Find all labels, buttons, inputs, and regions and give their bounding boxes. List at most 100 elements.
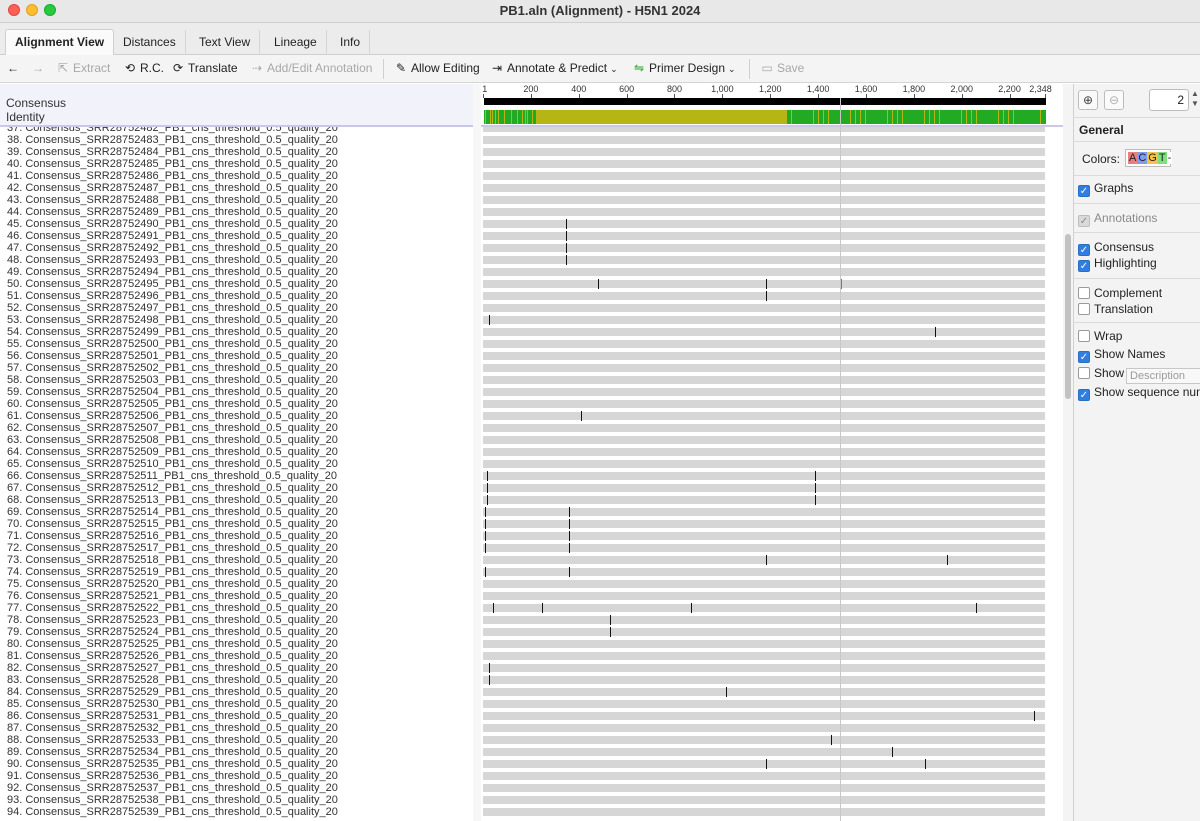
sequence-track[interactable] xyxy=(483,460,1045,468)
option-show[interactable]: Show Description xyxy=(1078,366,1200,384)
sequence-track[interactable] xyxy=(483,615,1045,625)
sequence-name[interactable]: 70. Consensus_SRR28752515_PB1_cns_thresh… xyxy=(7,518,338,530)
checkbox-checked-icon[interactable]: ✓ xyxy=(1078,244,1090,256)
sequence-name[interactable]: 38. Consensus_SRR28752483_PB1_cns_thresh… xyxy=(7,134,338,146)
checkbox-checked-icon[interactable]: ✓ xyxy=(1078,260,1090,272)
sequence-track[interactable] xyxy=(483,700,1045,708)
sequence-track[interactable] xyxy=(483,127,1045,132)
sequence-track[interactable] xyxy=(483,495,1045,505)
zoom-level-input[interactable]: 2 xyxy=(1149,89,1189,111)
sequence-name[interactable]: 83. Consensus_SRR28752528_PB1_cns_thresh… xyxy=(7,674,338,686)
option-show-sequence-num[interactable]: ✓ Show sequence num xyxy=(1078,385,1200,401)
sequence-track[interactable] xyxy=(483,268,1045,276)
sequence-name[interactable]: 80. Consensus_SRR28752525_PB1_cns_thresh… xyxy=(7,638,338,650)
checkbox-unchecked-icon[interactable] xyxy=(1078,287,1090,299)
sequence-track[interactable] xyxy=(483,808,1045,816)
sequence-name[interactable]: 42. Consensus_SRR28752487_PB1_cns_thresh… xyxy=(7,182,338,194)
sequence-track[interactable] xyxy=(483,580,1045,588)
sequence-name[interactable]: 51. Consensus_SRR28752496_PB1_cns_thresh… xyxy=(7,290,338,302)
annotate-predict-button[interactable]: ⇥ Annotate & Predict ⌄ xyxy=(490,61,618,75)
sequence-track[interactable] xyxy=(483,555,1045,565)
sequence-tracks[interactable] xyxy=(481,127,1063,821)
sequence-track[interactable] xyxy=(483,675,1045,685)
sequence-name[interactable]: 37. Consensus_SRR28752482_PB1_cns_thresh… xyxy=(7,127,338,134)
sequence-name[interactable]: 62. Consensus_SRR28752507_PB1_cns_thresh… xyxy=(7,422,338,434)
option-graphs[interactable]: ✓ Graphs xyxy=(1078,181,1133,197)
sequence-name[interactable]: 73. Consensus_SRR28752518_PB1_cns_thresh… xyxy=(7,554,338,566)
sequence-name[interactable]: 41. Consensus_SRR28752486_PB1_cns_thresh… xyxy=(7,170,338,182)
sequence-track[interactable] xyxy=(483,567,1045,577)
sequence-track[interactable] xyxy=(483,471,1045,481)
description-field[interactable]: Description xyxy=(1126,368,1200,384)
sequence-name[interactable]: 61. Consensus_SRR28752506_PB1_cns_thresh… xyxy=(7,410,338,422)
sequence-name[interactable]: 72. Consensus_SRR28752517_PB1_cns_thresh… xyxy=(7,542,338,554)
tab-info[interactable]: Info xyxy=(331,30,371,55)
sequence-track[interactable] xyxy=(483,364,1045,372)
sequence-name[interactable]: 50. Consensus_SRR28752495_PB1_cns_thresh… xyxy=(7,278,338,290)
vertical-scrollbar[interactable] xyxy=(1063,84,1073,821)
sequence-track[interactable] xyxy=(483,796,1045,804)
sequence-track[interactable] xyxy=(483,711,1045,721)
sequence-name[interactable]: 66. Consensus_SRR28752511_PB1_cns_thresh… xyxy=(7,470,337,482)
sequence-track[interactable] xyxy=(483,784,1045,792)
sequence-name[interactable]: 91. Consensus_SRR28752536_PB1_cns_thresh… xyxy=(7,770,338,782)
sequence-name[interactable]: 87. Consensus_SRR28752532_PB1_cns_thresh… xyxy=(7,722,338,734)
sequence-name[interactable]: 44. Consensus_SRR28752489_PB1_cns_thresh… xyxy=(7,206,338,218)
allow-editing-button[interactable]: ✎ Allow Editing xyxy=(394,61,480,75)
tab-text-view[interactable]: Text View xyxy=(190,30,261,55)
sequence-name[interactable]: 46. Consensus_SRR28752491_PB1_cns_thresh… xyxy=(7,230,338,242)
sequence-track[interactable] xyxy=(483,136,1045,144)
sequence-name[interactable]: 75. Consensus_SRR28752520_PB1_cns_thresh… xyxy=(7,578,338,590)
sequence-name[interactable]: 74. Consensus_SRR28752519_PB1_cns_thresh… xyxy=(7,566,338,578)
sequence-track[interactable] xyxy=(483,592,1045,600)
tab-alignment-view[interactable]: Alignment View xyxy=(5,29,115,56)
sequence-track[interactable] xyxy=(483,400,1045,408)
sequence-name[interactable]: 57. Consensus_SRR28752502_PB1_cns_thresh… xyxy=(7,362,338,374)
sequence-name[interactable]: 90. Consensus_SRR28752535_PB1_cns_thresh… xyxy=(7,758,338,770)
option-complement[interactable]: Complement xyxy=(1078,286,1162,300)
reverse-complement-button[interactable]: ⟲ R.C. xyxy=(123,61,164,75)
sequence-track[interactable] xyxy=(483,483,1045,493)
sequence-name[interactable]: 40. Consensus_SRR28752485_PB1_cns_thresh… xyxy=(7,158,338,170)
sequence-track[interactable] xyxy=(483,172,1045,180)
sequence-track[interactable] xyxy=(483,279,1045,289)
sequence-track[interactable] xyxy=(483,772,1045,780)
translate-button[interactable]: ⟳ Translate xyxy=(171,61,238,75)
sequence-name[interactable]: 52. Consensus_SRR28752497_PB1_cns_thresh… xyxy=(7,302,338,314)
tab-distances[interactable]: Distances xyxy=(114,30,186,55)
checkbox-unchecked-icon[interactable] xyxy=(1078,330,1090,342)
sequence-track[interactable] xyxy=(483,208,1045,216)
add-edit-annotation-button[interactable]: ⇢ Add/Edit Annotation xyxy=(250,61,372,75)
primer-design-button[interactable]: ⇋ Primer Design ⌄ xyxy=(632,61,736,75)
sequence-track[interactable] xyxy=(483,663,1045,673)
sequence-name[interactable]: 71. Consensus_SRR28752516_PB1_cns_thresh… xyxy=(7,530,338,542)
sequence-track[interactable] xyxy=(483,184,1045,192)
checkbox-checked-icon[interactable]: ✓ xyxy=(1078,389,1090,401)
forward-button[interactable]: → xyxy=(32,61,44,75)
sequence-name[interactable]: 79. Consensus_SRR28752524_PB1_cns_thresh… xyxy=(7,626,338,638)
sequence-name[interactable]: 76. Consensus_SRR28752521_PB1_cns_thresh… xyxy=(7,590,338,602)
sequence-track[interactable] xyxy=(483,759,1045,769)
sequence-name[interactable]: 48. Consensus_SRR28752493_PB1_cns_thresh… xyxy=(7,254,338,266)
option-wrap[interactable]: Wrap xyxy=(1078,329,1122,343)
sequence-track[interactable] xyxy=(483,243,1045,253)
checkbox-unchecked-icon[interactable] xyxy=(1078,303,1090,315)
sequence-track[interactable] xyxy=(483,411,1045,421)
sequence-name[interactable]: 84. Consensus_SRR28752529_PB1_cns_thresh… xyxy=(7,686,338,698)
sequence-track[interactable] xyxy=(483,231,1045,241)
colors-select[interactable]: ACGT- xyxy=(1125,149,1173,167)
sequence-track[interactable] xyxy=(483,436,1045,444)
scrollbar-thumb[interactable] xyxy=(1065,234,1071,399)
sequence-name[interactable]: 78. Consensus_SRR28752523_PB1_cns_thresh… xyxy=(7,614,338,626)
sequence-track[interactable] xyxy=(483,627,1045,637)
sequence-track[interactable] xyxy=(483,340,1045,348)
sequence-name[interactable]: 47. Consensus_SRR28752492_PB1_cns_thresh… xyxy=(7,242,338,254)
save-button[interactable]: ▭ Save xyxy=(760,61,804,75)
sequence-track[interactable] xyxy=(483,747,1045,757)
option-translation[interactable]: Translation xyxy=(1078,302,1153,316)
sequence-name[interactable]: 58. Consensus_SRR28752503_PB1_cns_thresh… xyxy=(7,374,338,386)
tab-lineage[interactable]: Lineage xyxy=(265,30,327,55)
option-highlighting[interactable]: ✓ Highlighting xyxy=(1078,256,1157,272)
sequence-name[interactable]: 60. Consensus_SRR28752505_PB1_cns_thresh… xyxy=(7,398,338,410)
sequence-name[interactable]: 54. Consensus_SRR28752499_PB1_cns_thresh… xyxy=(7,326,338,338)
